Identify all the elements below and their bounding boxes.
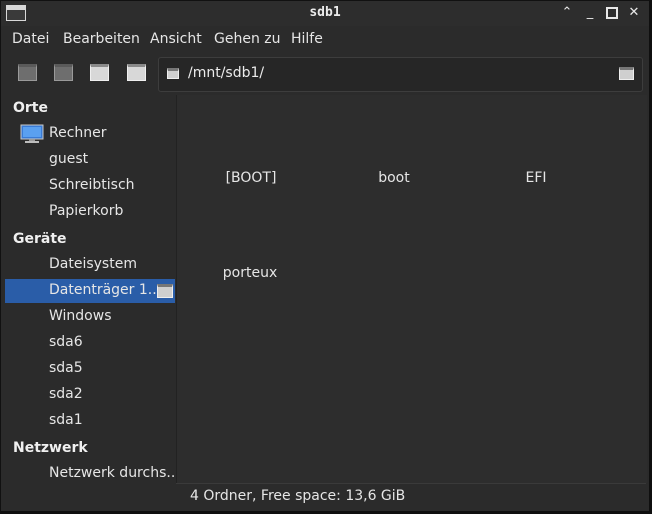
computer-icon [20, 124, 44, 143]
sidebar-item-label: Rechner [49, 125, 107, 141]
menu-datei[interactable]: Datei [12, 31, 49, 47]
status-text: 4 Ordner, Free space: 13,6 GiB [190, 488, 406, 504]
folder-item[interactable]: porteux [180, 265, 320, 281]
drive-icon [167, 68, 179, 79]
forward-icon[interactable] [53, 63, 73, 81]
home-icon[interactable] [126, 63, 146, 81]
sidebar-item-label: sda1 [49, 412, 83, 428]
menu-bearbeiten[interactable]: Bearbeiten [63, 31, 140, 47]
sidebar-header-places: Orte [13, 100, 48, 116]
sidebar-item-sda1[interactable]: sda1 [5, 409, 175, 433]
sidebar-item-network-browse[interactable]: Netzwerk durchs... [5, 462, 180, 486]
menu-hilfe[interactable]: Hilfe [291, 31, 323, 47]
sidebar-item-papierkorb[interactable]: Papierkorb [5, 200, 175, 224]
title-bar[interactable]: sdb1 ⌃ _ ✕ [1, 1, 649, 26]
sidebar-item-dateisystem[interactable]: Dateisystem [5, 253, 175, 277]
sidebar-header-devices: Geräte [13, 231, 67, 247]
parent-folder-icon[interactable] [89, 63, 109, 81]
sidebar-item-label: Schreibtisch [49, 177, 135, 193]
folder-item[interactable]: [BOOT] [181, 170, 321, 186]
maximize-icon[interactable] [603, 4, 621, 22]
chevron-up-icon[interactable]: ⌃ [558, 4, 576, 22]
back-icon[interactable] [17, 63, 37, 81]
folder-item[interactable]: boot [324, 170, 464, 186]
sidebar-item-label: Papierkorb [49, 203, 124, 219]
folder-item[interactable]: EFI [466, 170, 606, 186]
file-manager-window: sdb1 ⌃ _ ✕ Datei Bearbeiten Ansicht Gehe… [0, 0, 652, 514]
sidebar-item-datentraeger[interactable]: Datenträger 1... [5, 279, 175, 303]
sidebar-item-label: sda6 [49, 334, 83, 350]
sidebar-item-windows[interactable]: Windows [5, 305, 175, 329]
status-bar: 4 Ordner, Free space: 13,6 GiB [176, 483, 646, 508]
sidebar-item-label: Netzwerk durchs... [49, 465, 180, 481]
sidebar-item-schreibtisch[interactable]: Schreibtisch [5, 174, 175, 198]
location-bar[interactable]: /mnt/sdb1/ [158, 57, 643, 92]
sidebar-item-label: sda2 [49, 386, 83, 402]
menu-ansicht[interactable]: Ansicht [150, 31, 202, 47]
minimize-icon[interactable]: _ [581, 4, 599, 22]
sidebar-item-sda6[interactable]: sda6 [5, 331, 175, 355]
drive-eject-icon[interactable] [619, 67, 634, 80]
sidebar-item-label: guest [49, 151, 89, 167]
sidebar-item-label: Dateisystem [49, 256, 137, 272]
sidebar-item-label: Windows [49, 308, 112, 324]
menu-bar: Datei Bearbeiten Ansicht Gehen zu Hilfe [1, 27, 649, 51]
location-path[interactable]: /mnt/sdb1/ [188, 65, 264, 81]
sidebar-item-label: Datenträger 1... [49, 282, 162, 298]
menu-gehen-zu[interactable]: Gehen zu [214, 31, 281, 47]
sidebar-item-guest[interactable]: guest [5, 148, 175, 172]
sidebar-header-network: Netzwerk [13, 440, 88, 456]
sidebar: Orte Rechner guest Schreibtisch Papierko… [5, 95, 180, 486]
toolbar: /mnt/sdb1/ [1, 53, 649, 93]
sidebar-item-label: sda5 [49, 360, 83, 376]
sidebar-item-rechner[interactable]: Rechner [5, 122, 175, 146]
close-icon[interactable]: ✕ [625, 4, 643, 22]
sidebar-item-sda5[interactable]: sda5 [5, 357, 175, 381]
file-view[interactable]: [BOOT] boot EFI porteux [176, 95, 647, 483]
sidebar-item-sda2[interactable]: sda2 [5, 383, 175, 407]
window-title: sdb1 [309, 5, 341, 20]
eject-icon[interactable] [157, 284, 173, 298]
